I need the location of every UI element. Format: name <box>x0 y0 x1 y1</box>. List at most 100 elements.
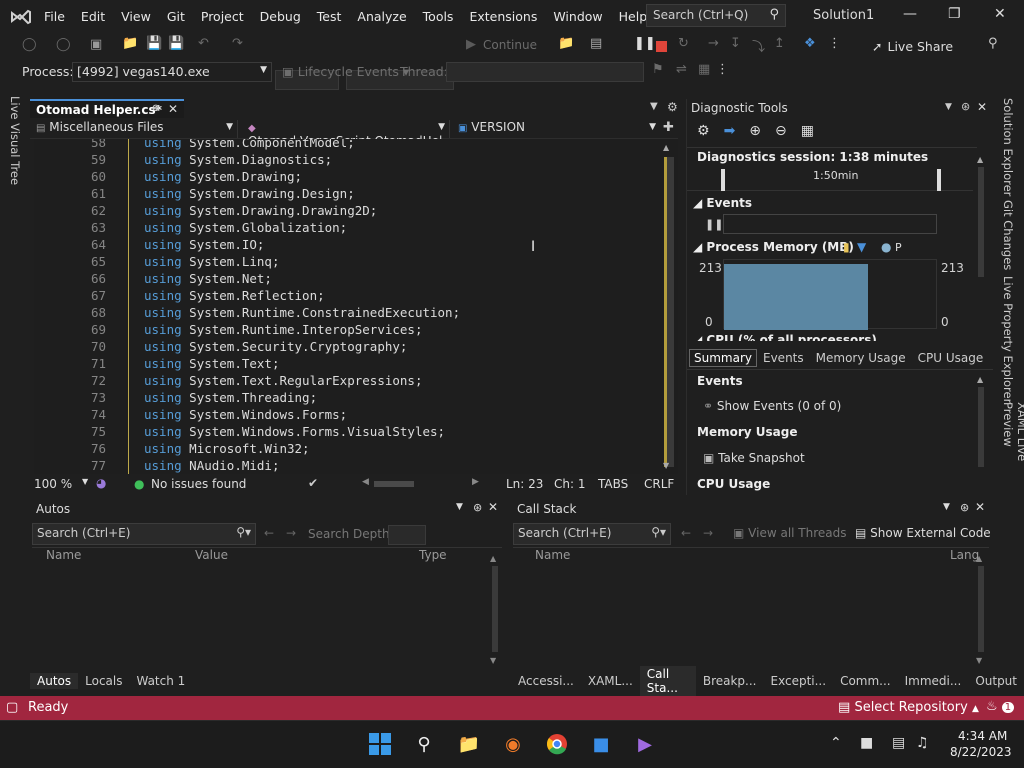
search-forward-icon[interactable]: → <box>703 526 713 540</box>
file-explorer-icon[interactable]: 📁 <box>455 730 483 758</box>
lifecycle-events-dropdown[interactable]: ▣ Lifecycle Events ▾ <box>282 64 409 79</box>
menu-test[interactable]: Test <box>309 0 350 33</box>
code-line[interactable]: using System.Globalization; <box>144 220 347 235</box>
redo-icon[interactable]: ↷ <box>232 36 243 51</box>
continue-button[interactable]: Continue <box>483 38 537 52</box>
pin-icon[interactable]: ⊛ <box>960 501 969 514</box>
tab-watch1[interactable]: Watch 1 <box>129 673 192 689</box>
thread-dropdown[interactable] <box>446 62 644 82</box>
save-all-icon[interactable]: 💾 <box>168 36 184 51</box>
menu-debug[interactable]: Debug <box>252 0 309 33</box>
zoom-level[interactable]: 100 % <box>34 477 72 491</box>
notifications-button[interactable]: ♨ 1 <box>986 699 1015 714</box>
new-project-icon[interactable]: ▣ <box>90 37 102 52</box>
line-indicator[interactable]: Ln: 23 <box>506 477 543 491</box>
code-line[interactable]: using System.Threading; <box>144 390 317 405</box>
show-events-link[interactable]: ⚭ Show Events (0 of 0) <box>703 399 841 413</box>
scroll-right-icon[interactable]: ▶ <box>472 477 479 487</box>
scroll-up-icon[interactable]: ▲ <box>490 554 496 563</box>
pin-icon[interactable]: ⊛ <box>961 100 970 113</box>
call-stack-search-input[interactable]: Search (Ctrl+E) ⚲▾ <box>513 523 671 545</box>
memory-section-header[interactable]: ◢ Process Memory (MB) <box>693 240 854 254</box>
solution-explorer-tab[interactable]: Solution Explorer <box>1001 98 1015 196</box>
toolbar-more-icon-2[interactable]: ⋮ <box>716 62 729 77</box>
menu-file[interactable]: File <box>36 0 73 33</box>
tab-events[interactable]: Events <box>757 350 810 366</box>
nav-class-dropdown[interactable]: ◆ Otomad.VegasScript.OtomadHel ▼ <box>244 120 450 148</box>
editor-scrollbar[interactable]: ▲ ▼ <box>660 143 678 473</box>
windows-start-icon[interactable] <box>366 730 394 758</box>
menu-git[interactable]: Git <box>159 0 193 33</box>
tab-xaml[interactable]: XAML... <box>581 673 640 689</box>
visual-studio-icon[interactable]: ▶ <box>631 730 659 758</box>
code-line[interactable]: using System.Text; <box>144 356 279 371</box>
global-search-input[interactable]: Search (Ctrl+Q) ⚲ <box>646 4 786 27</box>
settings-icon[interactable]: ⚙ <box>667 100 678 114</box>
close-icon[interactable]: ✕ <box>975 500 985 514</box>
menu-tools[interactable]: Tools <box>415 0 462 33</box>
tab-output[interactable]: Output <box>968 673 1024 689</box>
select-repository-button[interactable]: ▤ Select Repository ▲ <box>838 700 979 715</box>
code-line[interactable]: using System.Net; <box>144 271 272 286</box>
search-depth-dropdown[interactable] <box>388 525 426 545</box>
events-section-header[interactable]: ◢ Events <box>693 196 752 210</box>
tab-exceptions[interactable]: Excepti... <box>764 673 834 689</box>
code-line[interactable]: using System.Reflection; <box>144 288 325 303</box>
step-over-icon[interactable]: ⤵ <box>752 36 765 55</box>
scroll-thumb[interactable] <box>492 566 498 652</box>
menu-window[interactable]: Window <box>545 0 610 33</box>
scroll-up-icon[interactable]: ▲ <box>977 155 983 164</box>
minimize-icon[interactable]: — <box>903 6 917 22</box>
restore-icon[interactable]: ❐ <box>948 6 961 22</box>
view-all-threads-button[interactable]: ▣ View all Threads <box>733 526 847 540</box>
nav-scope-dropdown[interactable]: ▤ Miscellaneous Files ▼ <box>32 120 238 138</box>
chevron-up-icon[interactable]: ⌃ <box>830 735 842 751</box>
code-line[interactable]: using Microsoft.Win32; <box>144 441 310 456</box>
back-nav-icon[interactable]: ◯ <box>22 37 37 52</box>
scroll-thumb[interactable] <box>978 566 984 652</box>
clock-date[interactable]: 8/22/2023 <box>950 745 1012 759</box>
flag-thread-icon[interactable]: ⚑ <box>652 62 664 77</box>
search-forward-icon[interactable]: → <box>286 526 296 540</box>
pause-icon[interactable]: ❚❚ <box>705 218 723 231</box>
show-external-code-button[interactable]: ▤ Show External Code <box>855 526 991 540</box>
tab-command[interactable]: Comm... <box>833 673 898 689</box>
code-line[interactable]: using System.ComponentModel; <box>144 139 355 150</box>
code-line[interactable]: using System.Drawing; <box>144 169 302 184</box>
menu-analyze[interactable]: Analyze <box>349 0 414 33</box>
stack-frame-icon[interactable]: ▦ <box>698 62 710 77</box>
code-line[interactable]: using System.Drawing.Drawing2D; <box>144 203 377 218</box>
code-line[interactable]: using System.Security.Cryptography; <box>144 339 407 354</box>
cpu-section-header[interactable]: ◢ CPU (% of all processors) <box>693 333 877 341</box>
take-snapshot-button[interactable]: ▣ Take Snapshot <box>703 451 805 465</box>
save-icon[interactable]: 💾 <box>146 36 162 51</box>
code-line[interactable]: using System.Text.RegularExpressions; <box>144 373 422 388</box>
menu-view[interactable]: View <box>113 0 159 33</box>
attach-icon[interactable]: 📁 <box>558 36 574 51</box>
pin-icon[interactable]: ⊛ <box>152 103 160 114</box>
break-all-icon[interactable]: ❚❚ <box>634 36 656 51</box>
clock-time[interactable]: 4:34 AM <box>958 729 1007 743</box>
vegas-icon[interactable]: ■ <box>587 730 615 758</box>
search-back-icon[interactable]: ← <box>264 526 274 540</box>
show-threads-icon[interactable]: ⇌ <box>676 62 687 77</box>
live-property-explorer-tab[interactable]: Live Property Explorer <box>1001 276 1015 403</box>
settings-icon[interactable]: ⚙ <box>697 123 710 139</box>
tab-summary[interactable]: Summary <box>689 349 757 367</box>
scroll-thumb[interactable] <box>978 387 984 467</box>
code-editor[interactable]: 58 using System.ComponentModel; 59 using Sy… <box>34 139 678 474</box>
close-icon[interactable]: ✕ <box>994 6 1006 22</box>
chevron-down-icon[interactable]: ▼ <box>82 477 88 486</box>
code-line[interactable]: using System.IO; <box>144 237 264 252</box>
issues-status[interactable]: No issues found <box>151 477 246 491</box>
firefox-icon[interactable]: ◉ <box>499 730 527 758</box>
code-line[interactable]: using System.Diagnostics; <box>144 152 332 167</box>
xaml-live-preview-tab[interactable]: XAML Live Preview <box>1001 402 1024 502</box>
tab-autos[interactable]: Autos <box>30 673 79 689</box>
code-line[interactable]: using NAudio.Midi; <box>144 458 279 473</box>
memory-graph[interactable] <box>723 259 937 330</box>
line-ending[interactable]: CRLF <box>644 477 674 491</box>
git-changes-tab[interactable]: Git Changes <box>1001 200 1015 270</box>
timeline-end-handle[interactable] <box>937 169 941 191</box>
tab-cpu-usage[interactable]: CPU Usage <box>912 350 990 366</box>
